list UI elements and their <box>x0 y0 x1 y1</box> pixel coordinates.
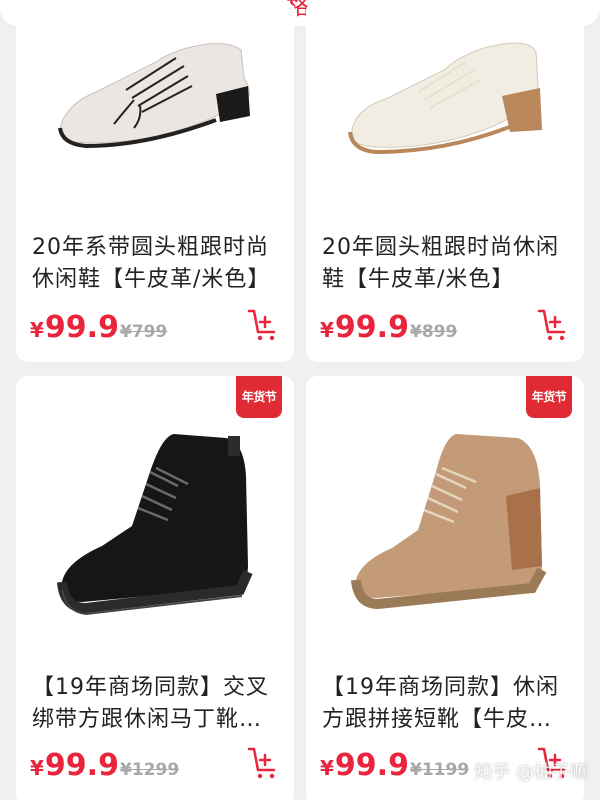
product-card[interactable]: 20年系带圆头粗跟时尚休闲鞋【牛皮革/米色】 ¥99.9 ¥799 <box>16 0 294 362</box>
add-to-cart-icon[interactable] <box>536 308 570 342</box>
festival-badge: 年货节 <box>236 376 282 418</box>
product-card[interactable]: 年货节 【19年商场同款】休闲方跟拼接短靴【牛皮革… ¥99.9 ¥1199 <box>306 376 584 800</box>
festival-badge: 年货节 <box>526 376 572 418</box>
product-price: ¥99.9 <box>30 748 119 783</box>
product-image <box>306 0 584 210</box>
original-price: ¥899 <box>410 322 458 342</box>
original-price: ¥1299 <box>120 760 180 780</box>
currency-symbol: ¥ <box>320 318 334 342</box>
product-image <box>16 0 294 210</box>
product-card[interactable]: 20年圆头粗跟时尚休闲鞋【牛皮革/米色】 ¥99.9 ¥899 <box>306 0 584 362</box>
currency-symbol: ¥ <box>320 756 334 780</box>
product-price: ¥99.9 <box>30 310 119 345</box>
price-value: 99.9 <box>334 748 409 783</box>
currency-symbol: ¥ <box>30 318 44 342</box>
product-price: ¥99.9 <box>320 748 409 783</box>
add-to-cart-icon[interactable] <box>246 308 280 342</box>
product-card[interactable]: 年货节 【19年商场同款】交叉绑带方跟休闲马丁靴【… ¥99.9 ¥1299 <box>16 376 294 800</box>
product-title: 【19年商场同款】休闲方跟拼接短靴【牛皮革… <box>322 675 559 732</box>
product-title: 20年系带圆头粗跟时尚休闲鞋【牛皮革/米色】 <box>32 235 271 292</box>
price-value: 99.9 <box>44 748 119 783</box>
currency-symbol: ¥ <box>30 756 44 780</box>
price-value: 99.9 <box>44 310 119 345</box>
product-price: ¥99.9 <box>320 310 409 345</box>
original-price: ¥799 <box>120 322 168 342</box>
price-value: 99.9 <box>334 310 409 345</box>
add-to-cart-icon[interactable] <box>246 746 280 780</box>
product-title: 20年圆头粗跟时尚休闲鞋【牛皮革/米色】 <box>322 235 559 292</box>
original-price: ¥1199 <box>410 760 470 780</box>
watermark: 知乎 @柚子嘛 <box>474 762 588 783</box>
product-title: 【19年商场同款】交叉绑带方跟休闲马丁靴【… <box>32 675 269 732</box>
